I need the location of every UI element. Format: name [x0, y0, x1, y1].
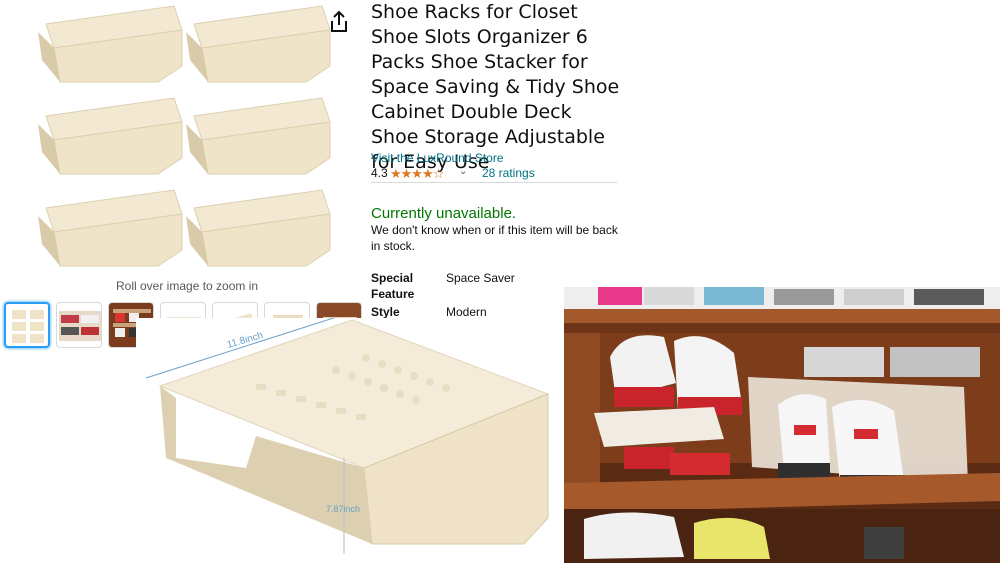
chevron-down-icon[interactable]: ⌄ — [459, 166, 467, 177]
availability-status: Currently unavailable. — [371, 205, 517, 222]
thumbnail-image[interactable] — [56, 302, 102, 348]
star-rating-icon[interactable]: ★★★★☆ — [390, 166, 444, 182]
dimension-photo: 11.8inch 7.87inch — [136, 318, 556, 563]
shoe-rack-dimension-image: 11.8inch 7.87inch — [145, 318, 550, 554]
closet-shoe-shelf-image — [564, 287, 1000, 563]
shoe-rack-image — [186, 189, 331, 267]
thumbnail-image[interactable] — [4, 302, 50, 348]
availability-note: We don't know when or if this item will … — [371, 223, 618, 253]
height-dimension-label: 7.87inch — [326, 504, 360, 514]
store-link[interactable]: Visit the LuxRound Store — [371, 151, 504, 165]
shoe-rack-image — [186, 5, 331, 83]
spec-value: Space Saver — [446, 271, 515, 285]
ratings-count-link[interactable]: 28 ratings — [482, 166, 535, 180]
share-icon[interactable] — [328, 10, 350, 34]
shoe-rack-image — [38, 5, 183, 83]
rating-row: 4.3 ★★★★☆ ⌄ 28 ratings — [371, 166, 617, 183]
product-title: Shoe Racks for Closet Shoe Slots Organiz… — [371, 1, 620, 173]
in-use-photo — [564, 287, 1000, 563]
rating-value: 4.3 — [371, 166, 388, 180]
spec-label: Special Feature — [371, 271, 415, 301]
main-product-image[interactable] — [20, 0, 340, 275]
shoe-rack-image — [38, 189, 183, 267]
width-dimension-label: 11.8inch — [226, 330, 265, 351]
shoe-rack-image — [38, 97, 183, 175]
shoe-rack-image — [186, 97, 331, 175]
zoom-hint: Roll over image to zoom in — [116, 279, 259, 293]
